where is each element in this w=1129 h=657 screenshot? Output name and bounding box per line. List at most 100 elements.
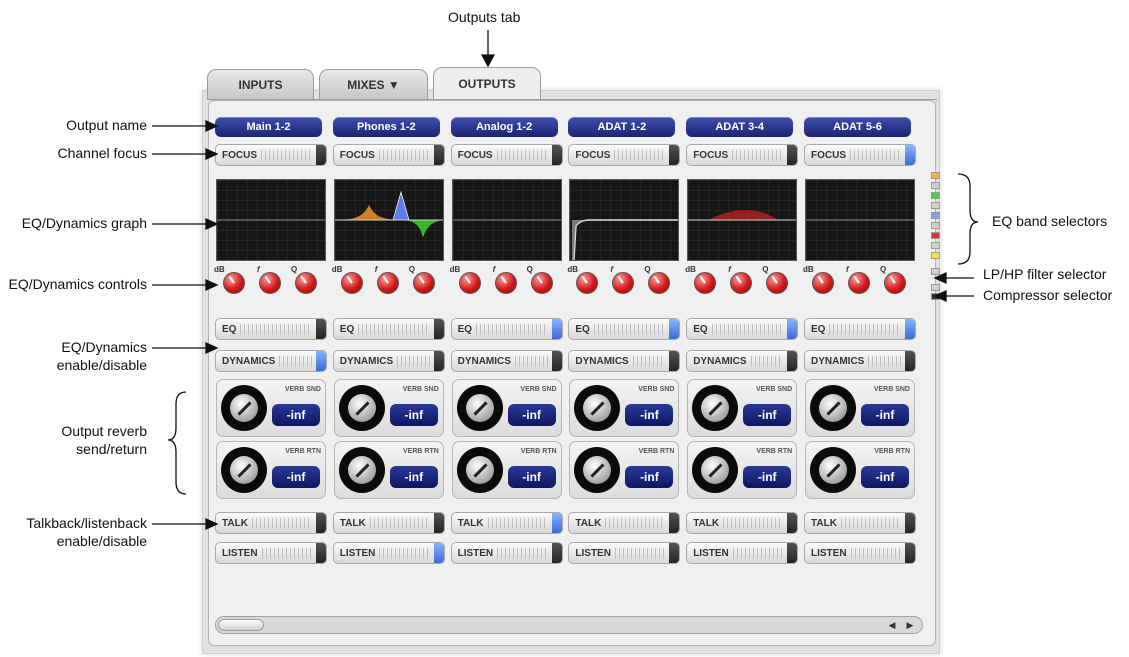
- listen-button[interactable]: LISTEN: [804, 542, 916, 564]
- gain-knob[interactable]: [576, 272, 599, 294]
- output-name[interactable]: Phones 1-2: [332, 117, 440, 137]
- tab-mixes[interactable]: MIXES ▼: [319, 69, 428, 99]
- focus-button[interactable]: FOCUS: [215, 144, 327, 166]
- output-name[interactable]: Analog 1-2: [450, 117, 558, 137]
- dynamics-button[interactable]: DYNAMICS: [686, 350, 799, 372]
- eq-button[interactable]: EQ: [332, 318, 445, 340]
- talk-button[interactable]: TALK: [686, 512, 799, 534]
- verb-return-knob[interactable]: [456, 447, 503, 493]
- frequency-knob[interactable]: [730, 272, 753, 294]
- verb-return-knob[interactable]: [221, 447, 267, 493]
- listen-button[interactable]: LISTEN: [450, 542, 563, 564]
- verb-return-knob[interactable]: [338, 447, 385, 493]
- talk-button[interactable]: TALK: [450, 512, 563, 534]
- verb-return-value[interactable]: -inf: [625, 466, 674, 488]
- eq-band-selector-blank4[interactable]: [931, 242, 940, 249]
- verb-send-value[interactable]: -inf: [389, 404, 438, 426]
- q-knob[interactable]: [530, 272, 553, 294]
- verb-return-value[interactable]: -inf: [861, 466, 909, 488]
- q-knob[interactable]: [412, 272, 435, 294]
- scroll-right-arrow-icon[interactable]: ▶: [902, 618, 918, 632]
- q-knob[interactable]: [766, 272, 789, 294]
- eq-band-selector-blank[interactable]: [931, 182, 940, 189]
- frequency-knob[interactable]: [848, 272, 870, 294]
- eq-band-selector-mid[interactable]: [931, 212, 940, 219]
- verb-return-value[interactable]: -inf: [389, 466, 438, 488]
- scroll-left-arrow-icon[interactable]: ◀: [884, 618, 900, 632]
- verb-send-value[interactable]: -inf: [861, 404, 909, 426]
- frequency-knob[interactable]: [494, 272, 517, 294]
- talk-button[interactable]: TALK: [804, 512, 916, 534]
- focus-button[interactable]: FOCUS: [332, 144, 445, 166]
- gain-knob[interactable]: [458, 272, 481, 294]
- verb-send-value[interactable]: -inf: [507, 404, 556, 426]
- lp-hp-filter-selector[interactable]: [931, 268, 940, 275]
- verb-send-value[interactable]: -inf: [272, 404, 320, 426]
- eq-button[interactable]: EQ: [686, 318, 799, 340]
- eq-dynamics-graph[interactable]: [451, 179, 562, 261]
- verb-return-value[interactable]: -inf: [507, 466, 556, 488]
- compressor-selector[interactable]: [931, 293, 940, 300]
- verb-return-knob[interactable]: [574, 447, 621, 493]
- verb-return-value[interactable]: -inf: [743, 466, 792, 488]
- verb-send-knob[interactable]: [456, 385, 503, 431]
- frequency-knob[interactable]: [612, 272, 635, 294]
- verb-return-knob[interactable]: [692, 447, 739, 493]
- focus-button[interactable]: FOCUS: [804, 144, 916, 166]
- compressor-selector-top[interactable]: [931, 284, 940, 291]
- verb-send-value[interactable]: -inf: [743, 404, 792, 426]
- listen-button[interactable]: LISTEN: [215, 542, 327, 564]
- focus-button[interactable]: FOCUS: [450, 144, 563, 166]
- verb-return-value[interactable]: -inf: [272, 466, 320, 488]
- focus-button[interactable]: FOCUS: [686, 144, 799, 166]
- output-name[interactable]: ADAT 3-4: [686, 117, 794, 137]
- verb-send-knob[interactable]: [692, 385, 739, 431]
- output-name[interactable]: ADAT 1-2: [568, 117, 676, 137]
- gain-knob[interactable]: [340, 272, 363, 294]
- dynamics-button[interactable]: DYNAMICS: [450, 350, 563, 372]
- eq-button[interactable]: EQ: [804, 318, 916, 340]
- dynamics-button[interactable]: DYNAMICS: [215, 350, 327, 372]
- eq-button[interactable]: EQ: [450, 318, 563, 340]
- gain-knob[interactable]: [694, 272, 717, 294]
- eq-band-selector-low[interactable]: [931, 172, 940, 179]
- dynamics-button[interactable]: DYNAMICS: [568, 350, 681, 372]
- gain-knob[interactable]: [812, 272, 834, 294]
- listen-button[interactable]: LISTEN: [568, 542, 681, 564]
- tab-inputs[interactable]: INPUTS: [207, 69, 314, 99]
- eq-dynamics-graph[interactable]: [216, 179, 326, 261]
- frequency-knob[interactable]: [259, 272, 281, 294]
- listen-button[interactable]: LISTEN: [332, 542, 445, 564]
- tab-outputs[interactable]: OUTPUTS: [433, 67, 541, 100]
- q-knob[interactable]: [295, 272, 317, 294]
- focus-button[interactable]: FOCUS: [568, 144, 681, 166]
- listen-button[interactable]: LISTEN: [686, 542, 799, 564]
- verb-return-knob[interactable]: [810, 447, 856, 493]
- verb-send-knob[interactable]: [810, 385, 856, 431]
- verb-send-knob[interactable]: [338, 385, 385, 431]
- verb-send-knob[interactable]: [221, 385, 267, 431]
- dynamics-button[interactable]: DYNAMICS: [804, 350, 916, 372]
- eq-band-selector-blank3[interactable]: [931, 222, 940, 229]
- talk-button[interactable]: TALK: [332, 512, 445, 534]
- eq-button[interactable]: EQ: [568, 318, 681, 340]
- q-knob[interactable]: [884, 272, 906, 294]
- output-name[interactable]: Main 1-2: [215, 117, 322, 137]
- verb-send-knob[interactable]: [574, 385, 621, 431]
- eq-dynamics-graph[interactable]: [687, 179, 798, 261]
- q-knob[interactable]: [648, 272, 671, 294]
- talk-button[interactable]: TALK: [568, 512, 681, 534]
- verb-send-value[interactable]: -inf: [625, 404, 674, 426]
- frequency-knob[interactable]: [376, 272, 399, 294]
- eq-band-selector-lowmid[interactable]: [931, 192, 940, 199]
- talk-button[interactable]: TALK: [215, 512, 327, 534]
- gain-knob[interactable]: [223, 272, 245, 294]
- scrollbar-thumb[interactable]: [218, 619, 264, 631]
- output-name[interactable]: ADAT 5-6: [804, 117, 911, 137]
- eq-dynamics-graph[interactable]: [569, 179, 680, 261]
- eq-button[interactable]: EQ: [215, 318, 327, 340]
- eq-band-selector-high[interactable]: [931, 252, 940, 259]
- eq-band-selector-blank2[interactable]: [931, 202, 940, 209]
- eq-dynamics-graph[interactable]: [805, 179, 915, 261]
- horizontal-scrollbar[interactable]: ◀ ▶: [215, 616, 923, 634]
